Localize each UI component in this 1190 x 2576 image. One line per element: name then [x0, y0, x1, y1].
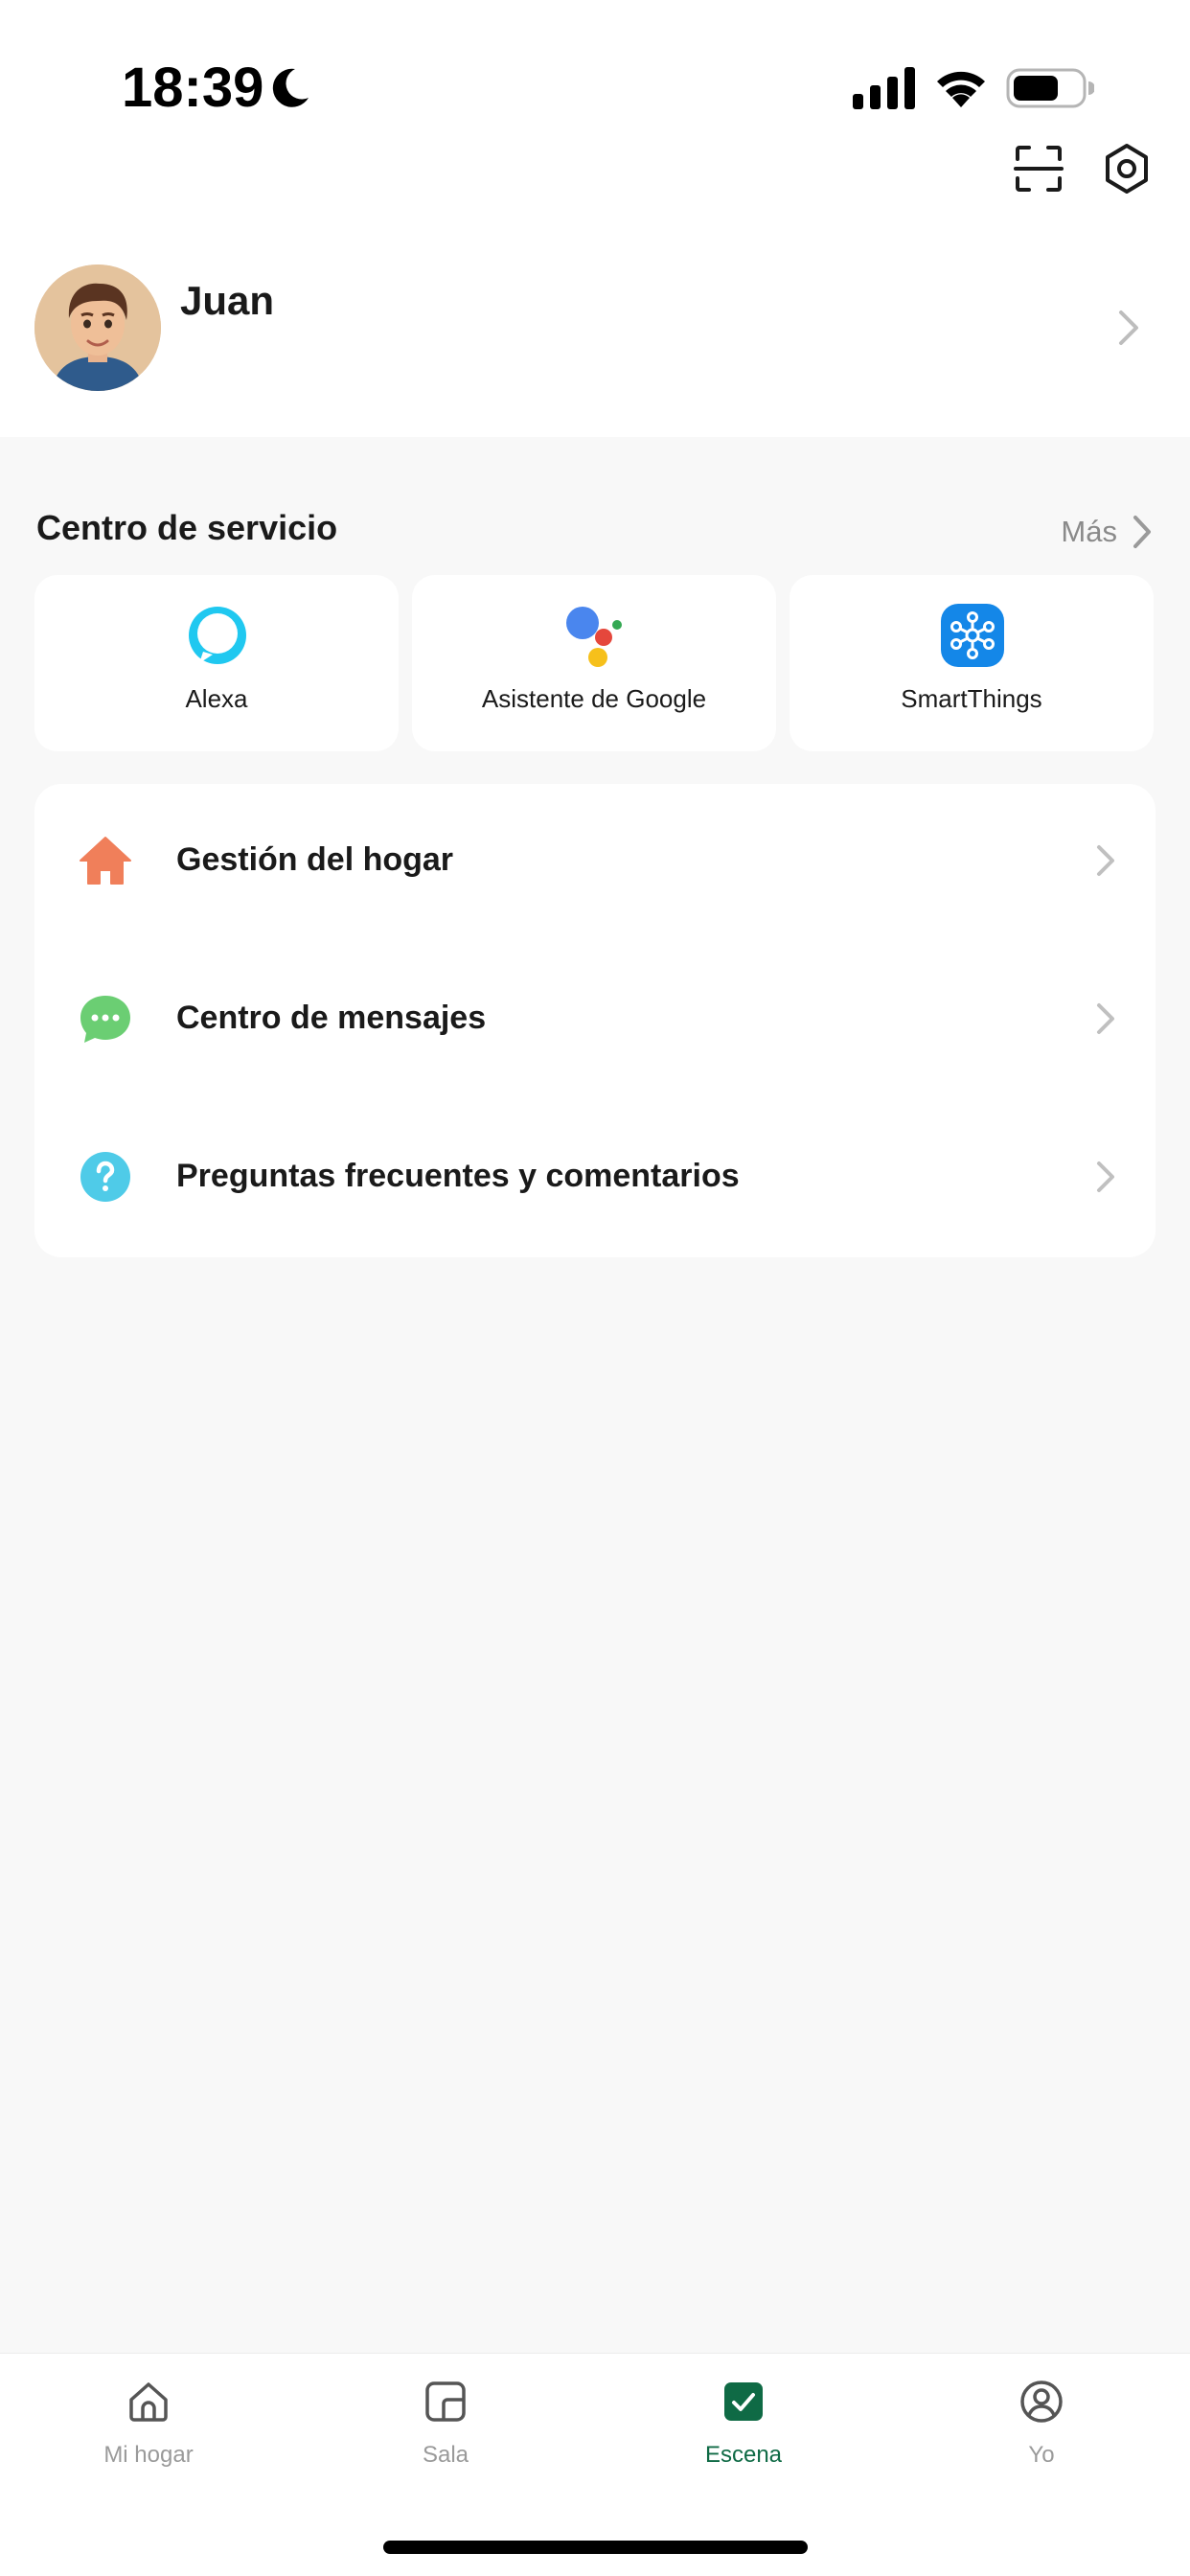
service-card-smartthings[interactable]: SmartThings	[790, 575, 1154, 751]
scan-icon[interactable]	[1010, 140, 1067, 197]
room-icon	[425, 2381, 466, 2422]
nav-label: Sala	[422, 2442, 469, 2468]
signal-icon	[853, 67, 915, 109]
wifi-icon	[937, 71, 985, 107]
smartthings-icon	[941, 604, 1004, 667]
top-area: 18:39 Juan	[0, 0, 1190, 437]
nav-label: Mi hogar	[103, 2442, 194, 2468]
service-card-label: Asistente de Google	[481, 684, 707, 713]
avatar[interactable]	[34, 264, 161, 391]
moon-icon	[272, 68, 309, 107]
alexa-icon	[189, 607, 246, 664]
menu-item-label: Gestión del hogar	[176, 841, 454, 878]
nav-item-mi-hogar[interactable]: Mi hogar	[53, 2369, 244, 2494]
chevron-right-icon	[1097, 1162, 1114, 1192]
avatar-illustration	[34, 264, 161, 391]
home-icon	[129, 2382, 168, 2422]
nav-label: Escena	[704, 2442, 783, 2468]
menu-item-label: Preguntas frecuentes y comentarios	[176, 1158, 740, 1194]
chevron-right-icon	[1097, 1003, 1114, 1034]
menu-item-message-center[interactable]: Centro de mensajes	[34, 942, 1156, 1100]
service-card-alexa[interactable]: Alexa	[34, 575, 399, 751]
more-link[interactable]: Más	[1061, 508, 1156, 556]
chevron-right-icon	[1097, 845, 1114, 876]
service-card-label: Alexa	[185, 684, 248, 713]
nav-item-sala[interactable]: Sala	[350, 2369, 541, 2494]
profile-name: Juan	[180, 278, 275, 323]
help-icon	[80, 1152, 130, 1202]
menu-item-label: Centro de mensajes	[176, 1000, 487, 1036]
home-management-icon	[80, 837, 131, 885]
menu-item-faq-feedback[interactable]: Preguntas frecuentes y comentarios	[34, 1100, 1156, 1258]
chevron-right-icon	[1119, 310, 1138, 345]
nav-item-escena[interactable]: Escena	[648, 2369, 839, 2494]
google-assistant-icon	[566, 607, 622, 667]
chevron-right-icon	[1133, 516, 1151, 548]
more-label: Más	[1061, 515, 1117, 548]
service-card-label: SmartThings	[901, 684, 1042, 713]
service-center-header: Centro de servicio Más	[34, 498, 1156, 556]
page: 18:39 Juan Centro de servicio Más Alexa …	[0, 0, 1190, 2576]
status-time: 18:39	[122, 57, 264, 119]
settings-icon[interactable]	[1098, 140, 1156, 197]
service-cards: Alexa Asistente de Google SmartThings	[34, 575, 1156, 751]
nav-item-yo[interactable]: Yo	[946, 2369, 1137, 2494]
scene-icon	[724, 2382, 763, 2421]
profile-row[interactable]: Juan	[0, 255, 1190, 399]
nav-label: Yo	[1028, 2442, 1055, 2468]
menu-list: Gestión del hogar Centro de mensajes Pre…	[34, 784, 1156, 1257]
service-card-google-assistant[interactable]: Asistente de Google	[412, 575, 776, 751]
battery-icon	[1006, 68, 1094, 108]
profile-icon	[1020, 2380, 1063, 2423]
menu-item-home-management[interactable]: Gestión del hogar	[34, 784, 1156, 942]
status-bar: 18:39	[0, 0, 1190, 134]
service-center-title: Centro de servicio	[36, 508, 338, 547]
home-indicator[interactable]	[383, 2541, 808, 2554]
message-icon	[80, 996, 130, 1043]
